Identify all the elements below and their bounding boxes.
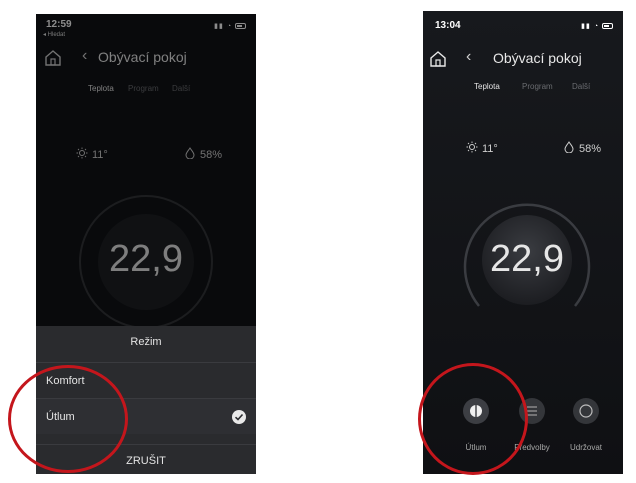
humidity-value: 58% <box>579 143 602 155</box>
wifi-icon: ◔ <box>593 23 600 30</box>
outdoor-temperature: 11° <box>466 141 498 155</box>
sun-cloud-icon <box>466 141 478 153</box>
humidity: 58% <box>563 141 601 155</box>
sheet-title: Režim <box>130 336 162 348</box>
battery-icon <box>602 23 613 30</box>
room-title: Obývací pokoj <box>493 50 582 66</box>
home-icon[interactable] <box>429 50 447 68</box>
tab-dalsi[interactable]: Další <box>572 82 590 91</box>
current-temperature: 22,9 <box>490 238 564 280</box>
status-clock: 13:04 <box>435 20 461 31</box>
system-icons: ▮▮ ◔ <box>581 22 613 30</box>
checkmark-icon <box>232 410 246 424</box>
thermostat-dial[interactable]: 22,9 <box>461 194 593 326</box>
signal-icon: ▮▮ <box>581 23 591 30</box>
annotation-circle-left <box>8 365 128 473</box>
mode-udrzovat-button[interactable] <box>573 398 599 424</box>
annotation-circle-right <box>418 363 528 475</box>
outdoor-temp-value: 11° <box>482 143 498 155</box>
tab-teplota[interactable]: Teplota <box>474 82 500 91</box>
nav-bar: ‹ Obývací pokoj <box>423 45 623 73</box>
tab-bar: Teplota Program Další <box>423 82 623 96</box>
tab-program[interactable]: Program <box>522 82 553 91</box>
back-chevron-icon[interactable]: ‹ <box>466 48 471 66</box>
droplet-icon <box>564 141 574 153</box>
status-bar: 13:04 ▮▮ ◔ <box>423 11 623 39</box>
ring-icon <box>579 404 593 418</box>
mode-label-udrzovat: Udržovat <box>569 443 602 452</box>
